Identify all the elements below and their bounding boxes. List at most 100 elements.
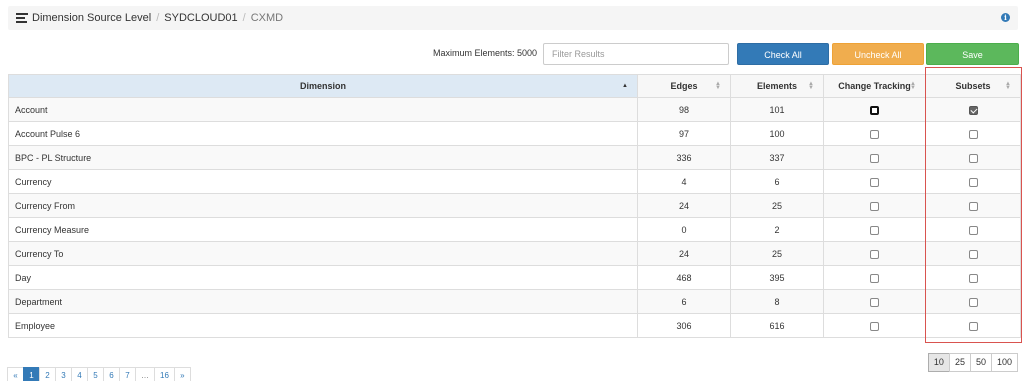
cell-dimension: Account Pulse 6 [8,121,638,146]
breadcrumb-item-current: CXMD [250,12,284,24]
cell-dimension: Currency From [8,193,638,218]
cell-dimension: Currency [8,169,638,194]
subsets-checkbox[interactable] [968,177,978,187]
column-header-label: Subsets [955,81,991,91]
cell-edges: 336 [637,145,731,170]
table-row: Department 6 8 [8,289,1021,314]
breadcrumb-separator: / [156,12,160,24]
subsets-checkbox[interactable] [968,201,978,211]
change-tracking-checkbox[interactable] [870,225,879,235]
page-link[interactable]: 1 [23,367,40,381]
table-row: Currency 4 6 [8,169,1021,194]
table-row: Employee 306 616 [8,313,1021,338]
check-all-button[interactable]: Check All [737,43,829,65]
page-next-icon[interactable]: » [173,367,191,381]
cell-edges: 98 [637,97,731,122]
change-tracking-checkbox[interactable] [870,105,879,115]
breadcrumb-item-source-level[interactable]: Dimension Source Level [32,12,151,24]
cell-subsets [925,241,1021,266]
cell-subsets [925,169,1021,194]
table-row: Day 468 395 [8,265,1021,290]
cell-change-tracking [823,97,926,122]
subsets-checkbox[interactable] [968,321,978,331]
change-tracking-checkbox[interactable] [870,201,879,211]
subsets-checkbox[interactable] [968,105,978,115]
subsets-checkbox[interactable] [968,225,978,235]
page-link[interactable]: 5 [87,367,104,381]
page-link[interactable]: 4 [71,367,88,381]
subsets-checkbox[interactable] [968,273,978,283]
cell-elements: 337 [730,145,824,170]
change-tracking-checkbox[interactable] [870,177,879,187]
column-header-subsets[interactable]: Subsets ▲ ▼ [925,74,1021,98]
cell-change-tracking [823,121,926,146]
subsets-checkbox[interactable] [968,129,978,139]
page-link[interactable]: 7 [119,367,136,381]
cell-edges: 24 [637,193,731,218]
change-tracking-checkbox[interactable] [870,297,879,307]
cell-edges: 0 [637,217,731,242]
page-link[interactable]: 2 [39,367,56,381]
cell-elements: 2 [730,217,824,242]
cell-subsets [925,145,1021,170]
subsets-checkbox[interactable] [968,297,978,307]
uncheck-all-button[interactable]: Uncheck All [832,43,924,65]
cell-elements: 6 [730,169,824,194]
cell-change-tracking [823,289,926,314]
cell-elements: 395 [730,265,824,290]
change-tracking-checkbox[interactable] [870,321,879,331]
subsets-checkbox[interactable] [968,153,978,163]
change-tracking-checkbox[interactable] [870,129,879,139]
cell-edges: 468 [637,265,731,290]
change-tracking-checkbox[interactable] [870,153,879,163]
table-body: Account 98 101 Account Pulse 6 97 100 BPC - PL… [8,97,1021,338]
page-size-option[interactable]: 100 [990,353,1018,372]
cell-elements: 100 [730,121,824,146]
column-header-dimension[interactable]: Dimension ▲ [8,74,638,98]
change-tracking-checkbox[interactable] [870,273,879,283]
cell-elements: 25 [730,241,824,266]
column-header-change-tracking[interactable]: Change Tracking ▲ ▼ [823,74,926,98]
column-header-elements[interactable]: Elements ▲ ▼ [730,74,824,98]
column-header-label: Dimension [299,81,346,91]
column-header-label: Change Tracking [838,81,911,91]
page-size-option[interactable]: 50 [969,353,992,372]
filter-input[interactable] [543,43,729,65]
info-icon[interactable]: i [1001,13,1010,22]
cell-edges: 97 [637,121,731,146]
save-button[interactable]: Save [926,43,1019,65]
column-header-edges[interactable]: Edges ▲ ▼ [637,74,731,98]
pagination: «1 2 3 4 5 6 7… 16» [7,367,191,381]
page-link[interactable]: 16 [154,367,175,381]
cell-change-tracking [823,145,926,170]
table-row: Account 98 101 [8,97,1021,122]
page-size-option[interactable]: 10 [927,353,950,372]
cell-dimension: BPC - PL Structure [8,145,638,170]
sort-asc-icon: ▲ [622,83,628,89]
cell-subsets [925,97,1021,122]
page-size-option[interactable]: 25 [948,353,971,372]
page-prev-icon[interactable]: « [7,367,24,381]
cell-change-tracking [823,241,926,266]
cell-edges: 6 [637,289,731,314]
sort-icon: ▲ ▼ [1005,81,1011,91]
subsets-checkbox[interactable] [968,249,978,259]
change-tracking-checkbox[interactable] [870,249,879,259]
cell-elements: 25 [730,193,824,218]
cell-dimension: Account [8,97,638,122]
page-link[interactable]: 6 [103,367,120,381]
cell-dimension: Currency Measure [8,217,638,242]
sort-icon: ▲ ▼ [715,81,721,91]
column-header-label: Elements [756,81,798,91]
page-link[interactable]: 3 [55,367,72,381]
max-elements-label: Maximum Elements: 5000 [432,48,537,58]
table-row: Account Pulse 6 97 100 [8,121,1021,146]
table-row: Currency Measure 0 2 [8,217,1021,242]
cell-change-tracking [823,193,926,218]
sort-icon: ▲ ▼ [808,81,814,91]
breadcrumb-separator: / [242,12,246,24]
cell-edges: 4 [637,169,731,194]
breadcrumb-item-server[interactable]: SYDCLOUD01 [164,12,237,24]
dimension-table: Dimension ▲ Edges ▲ ▼ Elements ▲ ▼ Change … [8,74,1021,338]
cell-elements: 101 [730,97,824,122]
